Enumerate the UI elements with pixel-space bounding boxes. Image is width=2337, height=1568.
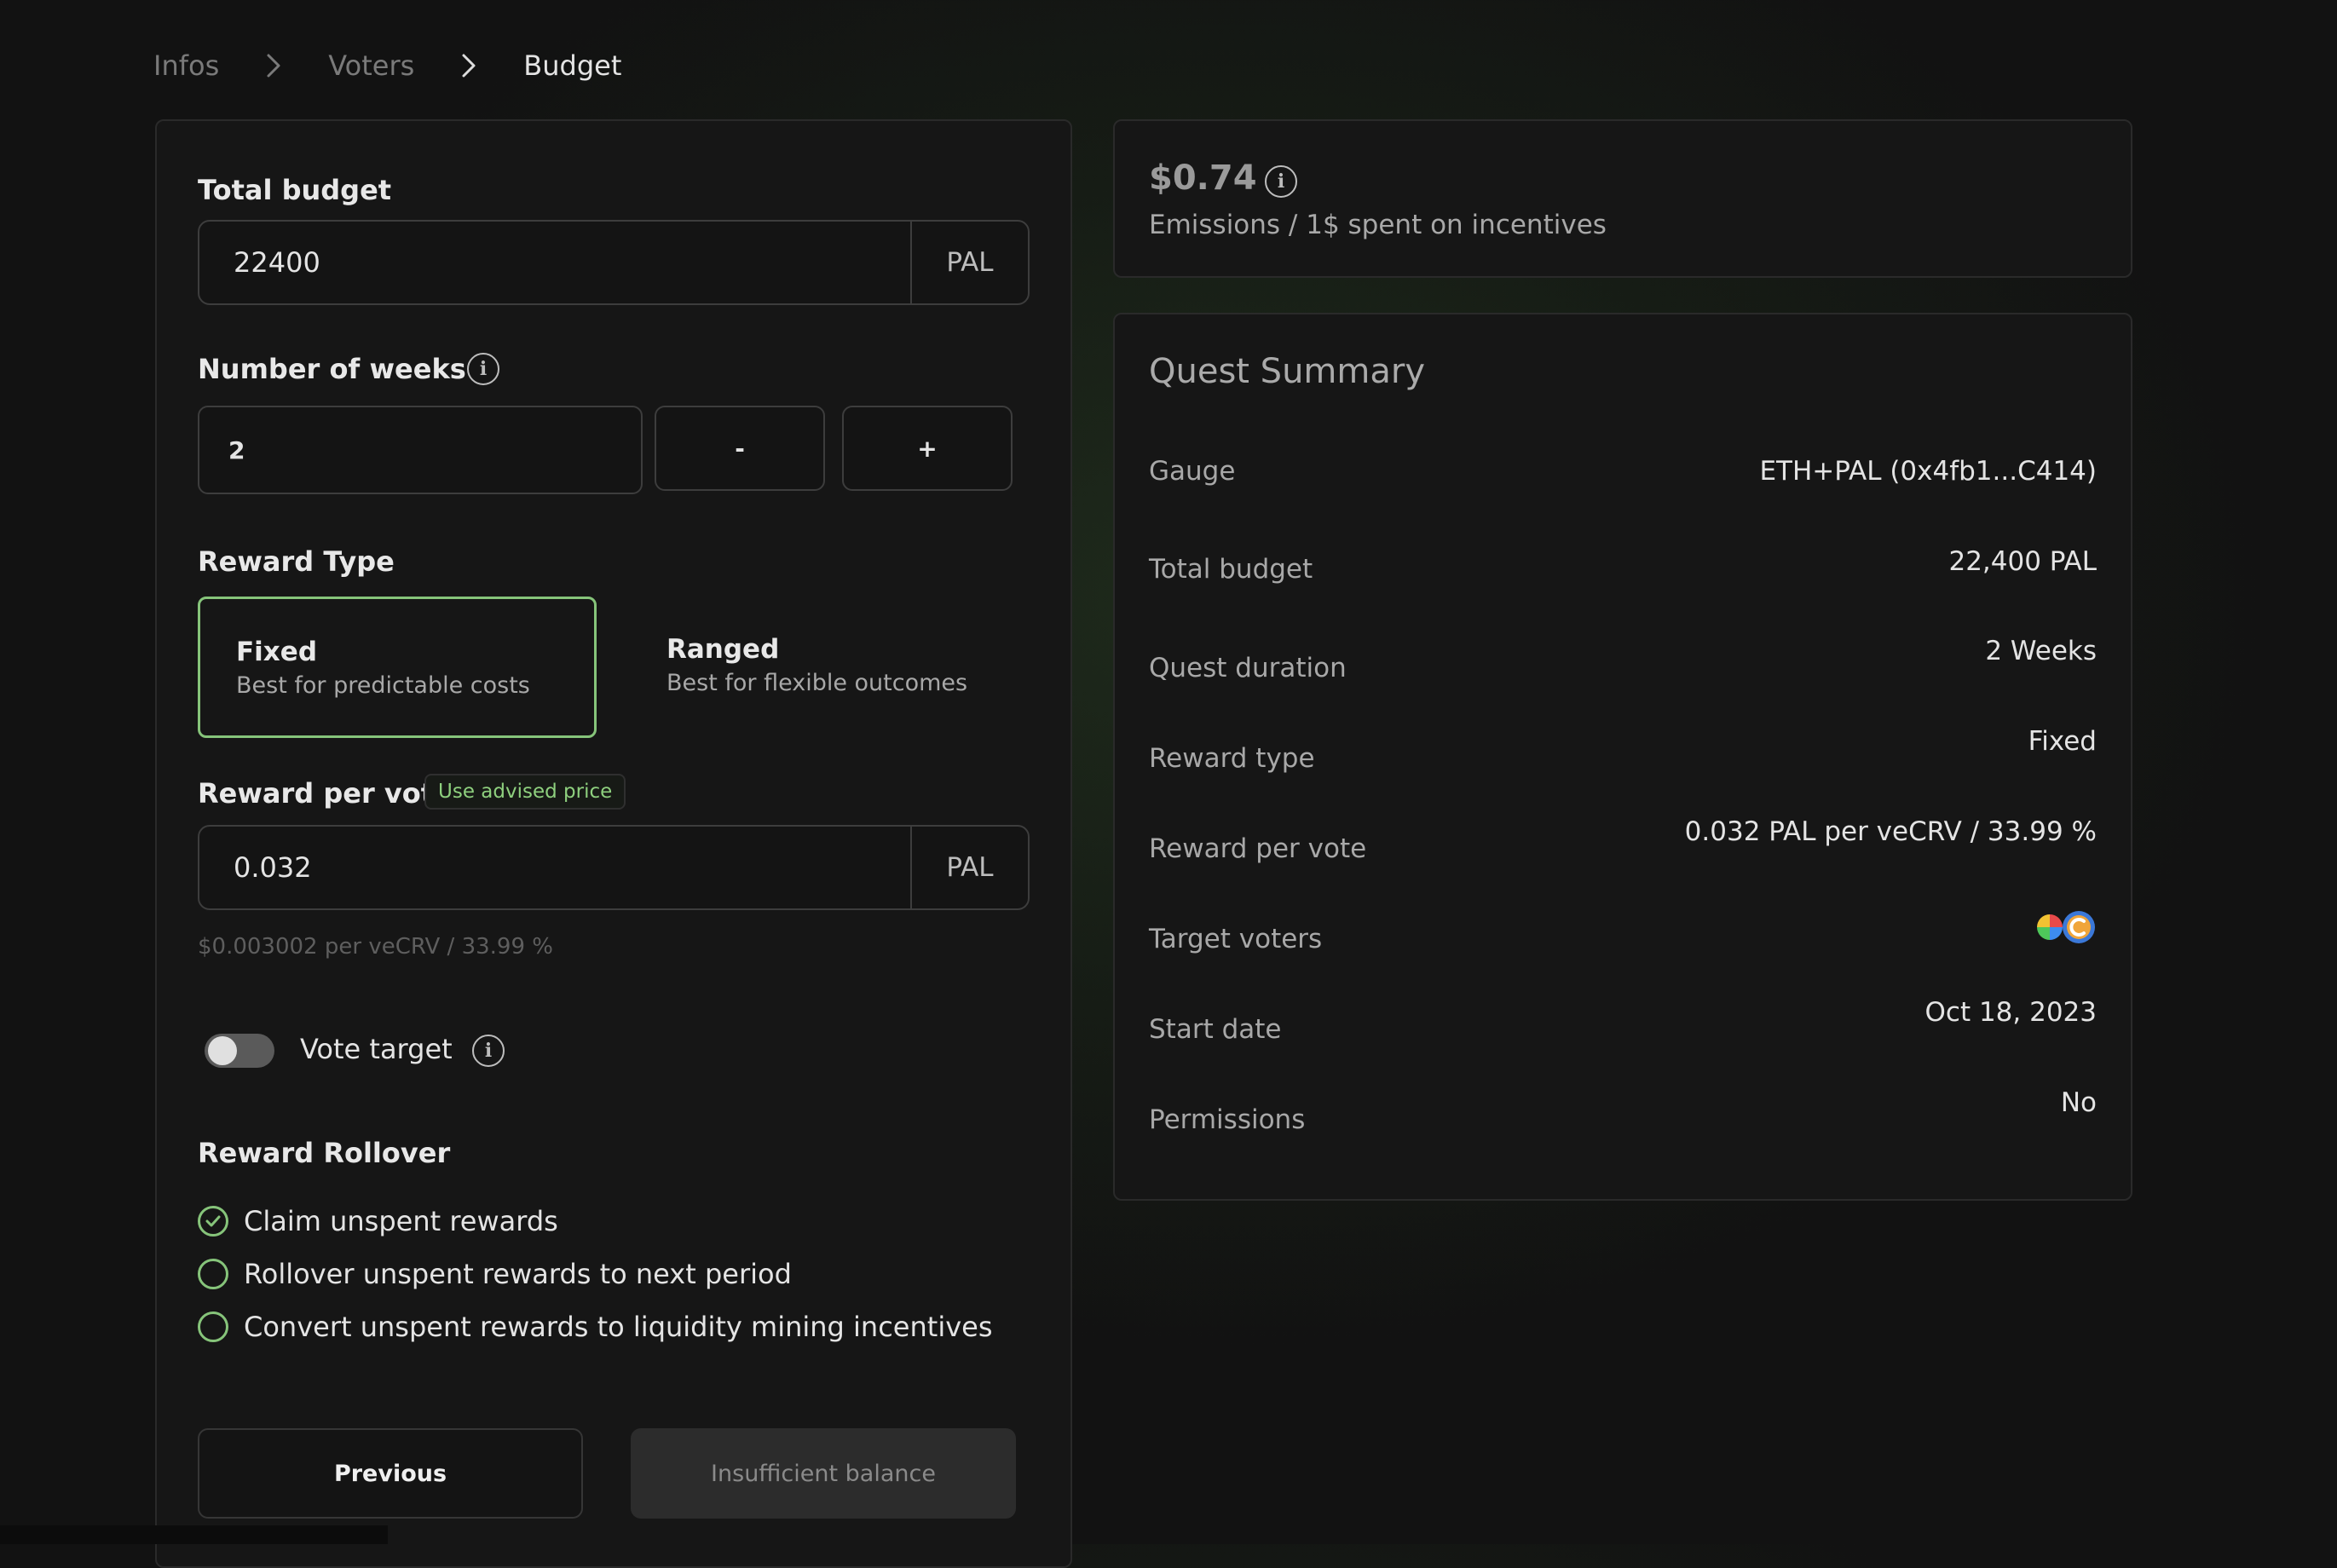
- breadcrumb-voters[interactable]: Voters: [328, 49, 414, 82]
- reward-type-title: Fixed: [236, 637, 318, 667]
- rollover-option-label: Claim unspent rewards: [244, 1205, 558, 1237]
- reward-rollover-label: Reward Rollover: [198, 1137, 451, 1169]
- increment-weeks-button[interactable]: +: [842, 406, 1013, 491]
- summary-value-total-budget: 22,400 PAL: [1948, 546, 2097, 577]
- chevron-right-icon: [450, 52, 488, 79]
- info-icon[interactable]: i: [1265, 165, 1297, 198]
- reward-per-vote-hint: $0.003002 per veCRV / 33.99 %: [198, 934, 553, 960]
- insufficient-balance-button[interactable]: Insufficient balance: [631, 1428, 1016, 1519]
- radio-circle-icon: [198, 1311, 228, 1342]
- quest-summary-title: Quest Summary: [1149, 352, 1425, 391]
- reward-type-title: Ranged: [666, 634, 780, 665]
- vote-target-label: Vote target: [300, 1033, 453, 1065]
- summary-value-gauge: ETH+PAL (0x4fb1...C414): [1759, 456, 2097, 487]
- summary-label-start-date: Start date: [1149, 1014, 1282, 1045]
- total-budget-unit: PAL: [910, 222, 1028, 303]
- reward-per-vote-label: Reward per vote: [198, 777, 453, 810]
- summary-label-gauge: Gauge: [1149, 456, 1236, 487]
- radio-circle-icon: [198, 1259, 228, 1289]
- summary-label-total-budget: Total budget: [1149, 554, 1313, 585]
- check-circle-icon: [198, 1206, 228, 1237]
- breadcrumb-infos[interactable]: Infos: [153, 49, 219, 82]
- vote-target-toggle[interactable]: [205, 1034, 274, 1068]
- voter-token-icon: [2037, 914, 2063, 940]
- info-icon[interactable]: i: [467, 353, 499, 385]
- summary-label-permissions: Permissions: [1149, 1104, 1306, 1135]
- rollover-option-claim[interactable]: Claim unspent rewards: [198, 1205, 558, 1237]
- decrement-weeks-button[interactable]: -: [655, 406, 825, 491]
- reward-type-fixed-option[interactable]: Fixed Best for predictable costs: [198, 597, 597, 738]
- reward-type-ranged-option[interactable]: Ranged Best for flexible outcomes: [631, 597, 1030, 738]
- summary-value-permissions: No: [2060, 1087, 2097, 1118]
- previous-button[interactable]: Previous: [198, 1428, 583, 1519]
- summary-label-quest-duration: Quest duration: [1149, 653, 1347, 683]
- rollover-option-next-period[interactable]: Rollover unspent rewards to next period: [198, 1258, 792, 1290]
- convex-token-icon: [2063, 911, 2095, 943]
- emissions-label: Emissions / 1$ spent on incentives: [1149, 210, 1607, 240]
- reward-type-subtitle: Best for flexible outcomes: [666, 670, 968, 696]
- rollover-option-label: Rollover unspent rewards to next period: [244, 1258, 792, 1290]
- bottom-bar: [0, 1525, 388, 1544]
- total-budget-input[interactable]: [199, 222, 910, 303]
- rollover-option-convert[interactable]: Convert unspent rewards to liquidity min…: [198, 1311, 993, 1343]
- reward-type-label: Reward Type: [198, 545, 395, 578]
- budget-form-panel: Total budget PAL Number of weeks i 2 - +…: [155, 119, 1072, 1568]
- reward-per-vote-unit: PAL: [910, 827, 1028, 908]
- reward-per-vote-field: PAL: [198, 825, 1030, 910]
- summary-value-quest-duration: 2 Weeks: [1985, 636, 2097, 666]
- summary-label-target-voters: Target voters: [1149, 924, 1323, 954]
- emissions-value: $0.74: [1149, 159, 1257, 198]
- quest-summary-card: Quest Summary Gauge ETH+PAL (0x4fb1...C4…: [1113, 313, 2132, 1201]
- breadcrumb-budget: Budget: [523, 49, 622, 82]
- chevron-right-icon: [255, 52, 292, 79]
- summary-label-reward-type: Reward type: [1149, 743, 1315, 774]
- summary-label-reward-per-vote: Reward per vote: [1149, 833, 1367, 864]
- reward-type-subtitle: Best for predictable costs: [236, 672, 530, 699]
- total-budget-label: Total budget: [198, 174, 392, 206]
- summary-value-reward-per-vote: 0.032 PAL per veCRV / 33.99 %: [1684, 816, 2097, 847]
- weeks-input[interactable]: 2: [198, 406, 643, 494]
- summary-value-reward-type: Fixed: [2028, 726, 2097, 757]
- reward-per-vote-input[interactable]: [199, 827, 910, 908]
- rollover-option-label: Convert unspent rewards to liquidity min…: [244, 1311, 993, 1343]
- weeks-label: Number of weeks: [198, 353, 466, 385]
- info-icon[interactable]: i: [472, 1035, 505, 1067]
- total-budget-field: PAL: [198, 220, 1030, 305]
- target-voters-icons: [2035, 909, 2097, 945]
- emissions-card: $0.74 i Emissions / 1$ spent on incentiv…: [1113, 119, 2132, 278]
- summary-value-start-date: Oct 18, 2023: [1924, 997, 2098, 1028]
- use-advised-price-button[interactable]: Use advised price: [424, 774, 626, 810]
- breadcrumb: Infos Voters Budget: [153, 49, 621, 82]
- toggle-knob: [208, 1036, 237, 1065]
